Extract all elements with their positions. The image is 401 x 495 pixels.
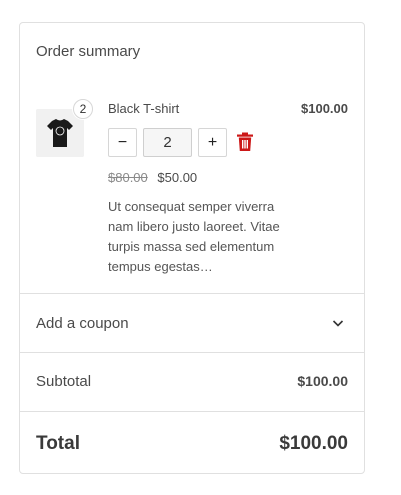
sale-price: $50.00 <box>157 170 198 185</box>
product-name: Black T-shirt <box>108 101 180 116</box>
order-summary-card: Order summary 2 Black T-shirt $100.00 − … <box>19 22 365 474</box>
trash-icon[interactable] <box>236 132 254 152</box>
line-total-price: $100.00 <box>301 101 348 116</box>
subtotal-label: Subtotal <box>36 373 92 390</box>
decrease-quantity-button[interactable]: − <box>108 128 137 157</box>
add-coupon-toggle[interactable]: Add a coupon <box>20 294 364 352</box>
increase-quantity-button[interactable]: + <box>198 128 227 157</box>
order-summary-title: Order summary <box>36 43 141 60</box>
add-coupon-label: Add a coupon <box>36 315 129 332</box>
total-label: Total <box>36 433 80 454</box>
subtotal-value: $100.00 <box>297 373 348 389</box>
total-value: $100.00 <box>279 433 348 454</box>
product-description: Ut consequat semper viverra nam libero j… <box>108 199 280 274</box>
regular-price: $80.00 <box>108 170 148 185</box>
divider <box>20 411 364 412</box>
chevron-down-icon <box>332 320 344 327</box>
divider <box>20 352 364 353</box>
quantity-input[interactable]: 2 <box>143 128 192 157</box>
quantity-badge: 2 <box>73 99 93 119</box>
quantity-stepper: − 2 + <box>108 128 227 157</box>
price-group: $80.00 $50.00 <box>108 170 197 185</box>
